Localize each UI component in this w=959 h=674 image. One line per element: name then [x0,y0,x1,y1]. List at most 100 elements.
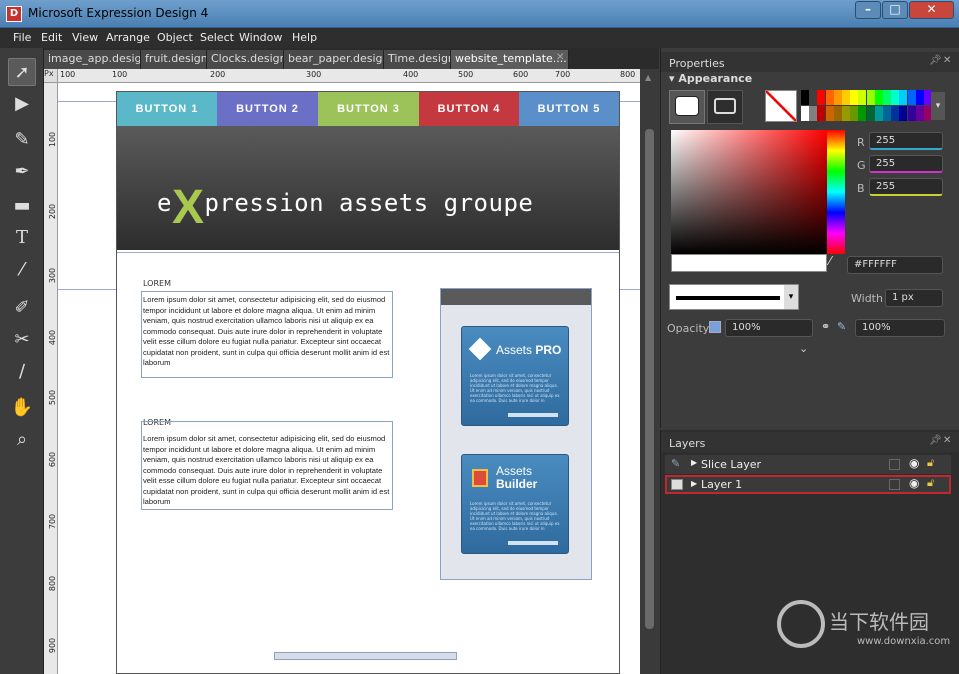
eyedropper-stroke-tool-icon[interactable]: ⁄ [8,256,36,284]
palette-swatch[interactable] [801,106,809,121]
tab-website-template[interactable]: website_template.... [451,50,569,69]
expand-arrow-icon[interactable]: ▶ [691,458,697,467]
vertical-scrollbar[interactable]: ▲ [640,69,659,674]
palette-swatch[interactable] [850,90,859,105]
palette-swatch[interactable] [899,90,908,105]
palette-swatch[interactable] [858,106,867,121]
color-picker-field[interactable] [671,130,827,254]
artboard-canvas[interactable]: BUTTON 1 BUTTON 2 BUTTON 3 BUTTON 4 BUTT… [58,83,640,674]
palette-swatch[interactable] [866,106,875,121]
color-palette[interactable] [801,90,933,122]
g-value-input[interactable]: 255 [869,155,943,173]
sidebar-box[interactable]: Assets PRO Lorem ipsum dolor sit amet, c… [440,288,592,580]
r-value-input[interactable]: 255 [869,132,943,150]
text-block[interactable]: Lorem ipsum dolor sit amet, consectetur … [141,291,393,378]
stroke-opacity-input[interactable]: 100% [855,319,945,337]
palette-swatch[interactable] [833,90,842,105]
palette-swatch[interactable] [842,106,850,121]
tab-fruit[interactable]: fruit.design [141,50,207,69]
eraser-tool-icon[interactable]: ✐ [8,294,36,322]
palette-swatch[interactable] [907,90,916,105]
design-nav-button-5[interactable]: BUTTON 5 [519,92,619,126]
pen-tool-icon[interactable]: ✒ [8,158,36,186]
no-color-swatch[interactable] [765,90,797,122]
layer-row[interactable]: ▶ Layer 1 ◉ 🔓︎ [665,475,951,494]
menu-object[interactable]: Object [157,31,193,44]
menu-window[interactable]: Window [239,31,282,44]
scroll-up-icon[interactable]: ▲ [645,73,651,82]
layer-row[interactable]: ✎ ▶ Slice Layer ◉ 🔓︎ [665,455,951,474]
palette-swatch[interactable] [915,90,924,105]
palette-swatch[interactable] [825,106,834,121]
palette-swatch[interactable] [891,90,900,105]
menu-arrange[interactable]: Arrange [106,31,150,44]
expand-chevron-icon[interactable]: ⌄ [799,342,808,355]
palette-swatch[interactable] [801,90,809,105]
selection-tool-icon[interactable]: ➚ [8,58,36,86]
eyedropper-tool-icon[interactable]: ∕ [8,358,36,386]
panel-close-icon[interactable]: ✕ [943,435,951,446]
layer-visibility-box[interactable] [889,459,900,470]
eyedropper-icon[interactable]: ⁄ [829,254,845,272]
tab-clocks[interactable]: Clocks.design [207,50,284,69]
palette-swatch[interactable] [858,90,867,105]
design-nav-button-3[interactable]: BUTTON 3 [318,92,419,126]
palette-swatch[interactable] [817,90,826,105]
palette-swatch[interactable] [809,90,818,105]
text-tool-icon[interactable]: T [8,224,36,252]
scissors-tool-icon[interactable]: ✂ [8,326,36,354]
pin-icon[interactable]: 📌︎ [929,435,942,446]
palette-swatch[interactable] [850,106,859,121]
eye-icon[interactable]: ◉ [909,476,919,490]
palette-swatch[interactable] [874,90,883,105]
eye-icon[interactable]: ◉ [909,456,919,470]
palette-dropdown-icon[interactable]: ▾ [931,92,945,120]
assets-pro-card[interactable]: Assets PRO Lorem ipsum dolor sit amet, c… [461,326,569,426]
fill-tab[interactable] [669,90,705,124]
maximize-icon[interactable]: □ [882,1,908,19]
b-value-input[interactable]: 255 [869,178,943,196]
tab-image-app[interactable]: image_app.design [44,50,141,69]
palette-swatch[interactable] [817,106,826,121]
palette-swatch[interactable] [842,90,850,105]
palette-swatch[interactable] [891,106,900,121]
stroke-style-select[interactable]: ▾ [669,284,799,310]
hue-slider[interactable] [827,130,845,254]
text-block[interactable]: Lorem ipsum dolor sit amet, consectetur … [141,421,393,510]
menu-edit[interactable]: Edit [41,31,62,44]
palette-swatch[interactable] [899,106,908,121]
layer-visibility-box[interactable] [889,479,900,490]
menu-select[interactable]: Select [200,31,234,44]
width-input[interactable]: 1 px [885,289,943,307]
expand-arrow-icon[interactable]: ▶ [691,479,697,488]
hand-tool-icon[interactable]: ✋ [8,394,36,422]
assets-builder-card[interactable]: Assets Builder Lorem ipsum dolor sit amet… [461,454,569,554]
brush-tool-icon[interactable]: ✎ [8,126,36,154]
chevron-down-icon[interactable]: ▾ [784,285,798,309]
rectangle-tool-icon[interactable]: ▬ [8,192,36,220]
palette-swatch[interactable] [883,106,891,121]
palette-swatch[interactable] [833,106,842,121]
design-nav-button-2[interactable]: BUTTON 2 [217,92,318,126]
tab-time[interactable]: Time.design [384,50,451,69]
lock-icon[interactable]: 🔓︎ [927,456,934,470]
palette-swatch[interactable] [809,106,818,121]
design-nav-button-1[interactable]: BUTTON 1 [117,92,217,126]
hex-value-input[interactable]: #FFFFFF [847,256,943,274]
zoom-tool-icon[interactable]: ⌕ [8,426,36,454]
direct-select-tool-icon[interactable]: ▶ [8,90,36,118]
opacity-input[interactable]: 100% [725,319,813,337]
link-icon[interactable]: ⚭ [821,320,830,333]
pin-icon[interactable]: 📌︎ [929,55,942,66]
palette-swatch[interactable] [874,106,883,121]
design-page[interactable]: BUTTON 1 BUTTON 2 BUTTON 3 BUTTON 4 BUTT… [116,91,620,674]
design-nav-button-4[interactable]: BUTTON 4 [419,92,519,126]
menu-view[interactable]: View [72,31,98,44]
palette-swatch[interactable] [883,90,891,105]
tab-close-icon[interactable]: ✕ [556,52,564,63]
minimize-icon[interactable]: – [855,1,881,19]
lock-icon[interactable]: 🔓︎ [927,476,934,490]
palette-swatch[interactable] [866,90,875,105]
palette-swatch[interactable] [907,106,916,121]
palette-swatch[interactable] [915,106,924,121]
